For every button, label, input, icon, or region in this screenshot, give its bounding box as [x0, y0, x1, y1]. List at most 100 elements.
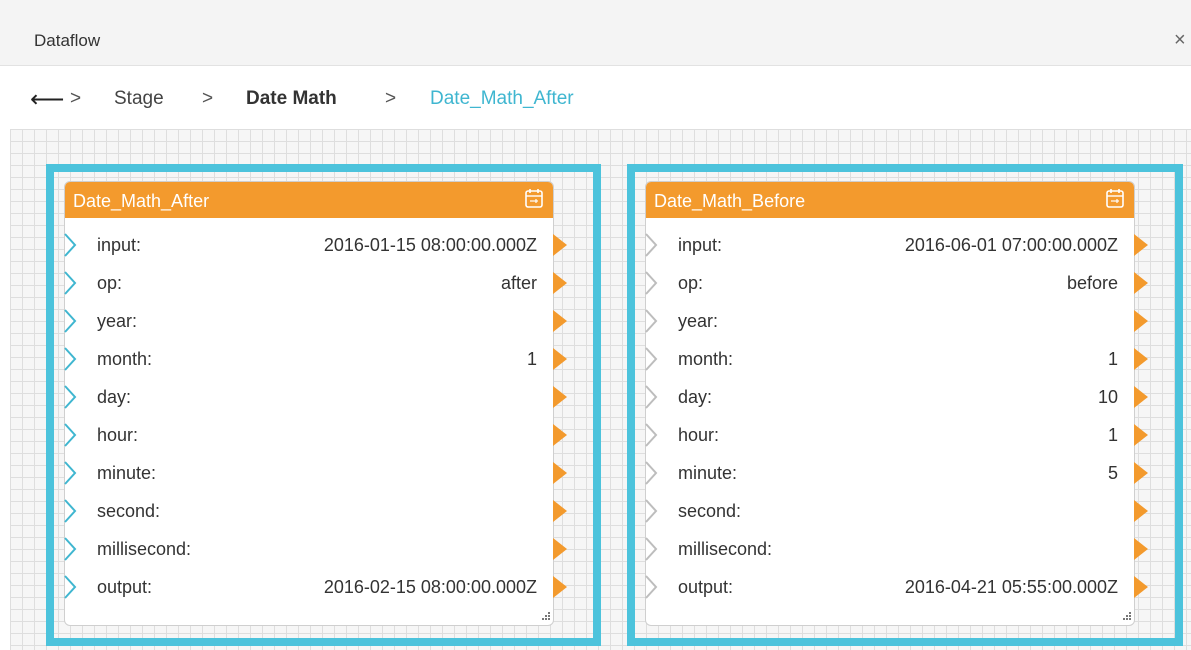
output-port-icon[interactable] — [553, 348, 567, 370]
node-field-row[interactable]: month: 1 — [63, 340, 567, 378]
field-value[interactable]: 2016-04-21 05:55:00.000Z — [905, 577, 1118, 598]
node-field-row[interactable]: millisecond: — [644, 530, 1148, 568]
output-port-icon[interactable] — [1134, 272, 1148, 294]
output-port-icon[interactable] — [1134, 310, 1148, 332]
breadcrumb: ⟵ > Stage > Date Math > Date_Math_After — [0, 67, 1191, 129]
node-field-row[interactable]: input: 2016-01-15 08:00:00.000Z — [63, 226, 567, 264]
breadcrumb-item-date-math[interactable]: Date Math — [246, 88, 337, 110]
field-label: day: — [97, 387, 132, 407]
node-date-math-after[interactable]: Date_Math_After input: 2016-01-15 08:00:0… — [63, 181, 567, 626]
breadcrumb-separator: > — [202, 88, 214, 109]
output-port-icon[interactable] — [553, 576, 567, 598]
field-value[interactable]: 2016-01-15 08:00:00.000Z — [324, 235, 537, 256]
node-field-row[interactable]: second: — [644, 492, 1148, 530]
input-port-icon[interactable] — [644, 536, 658, 562]
node-field-row[interactable]: millisecond: — [63, 530, 567, 568]
output-port-icon[interactable] — [1134, 348, 1148, 370]
window-title: Dataflow — [34, 31, 101, 50]
node-date-math-before[interactable]: Date_Math_Before input: 2016-06-01 07:00:… — [644, 181, 1148, 626]
field-label: input: — [97, 235, 142, 255]
field-label: hour: — [97, 425, 139, 445]
node-field-row[interactable]: minute: 5 — [644, 454, 1148, 492]
input-port-icon[interactable] — [63, 308, 77, 334]
input-port-icon[interactable] — [63, 498, 77, 524]
node-header[interactable]: Date_Math_Before — [646, 182, 1134, 218]
node-field-row[interactable]: year: — [63, 302, 567, 340]
field-value[interactable]: 10 — [1098, 387, 1118, 408]
calendar-icon — [1106, 189, 1124, 208]
resize-grip-icon[interactable] — [540, 612, 550, 622]
input-port-icon[interactable] — [63, 460, 77, 486]
input-port-icon[interactable] — [63, 536, 77, 562]
field-value[interactable]: after — [501, 273, 537, 294]
field-label: month: — [97, 349, 153, 369]
node-field-row[interactable]: op: before — [644, 264, 1148, 302]
output-port-icon[interactable] — [553, 310, 567, 332]
field-value[interactable]: 1 — [1108, 425, 1118, 446]
field-value[interactable]: 1 — [1108, 349, 1118, 370]
output-port-icon[interactable] — [553, 500, 567, 522]
input-port-icon[interactable] — [644, 232, 658, 258]
field-label: op: — [97, 273, 123, 293]
output-port-icon[interactable] — [1134, 576, 1148, 598]
node-field-row[interactable]: hour: 1 — [644, 416, 1148, 454]
output-port-icon[interactable] — [1134, 538, 1148, 560]
dataflow-canvas[interactable]: Date_Math_After input: 2016-01-15 08:00:0… — [10, 129, 1191, 650]
node-field-row[interactable]: year: — [644, 302, 1148, 340]
field-value[interactable]: before — [1067, 273, 1118, 294]
input-port-icon[interactable] — [644, 498, 658, 524]
output-port-icon[interactable] — [553, 272, 567, 294]
output-port-icon[interactable] — [553, 424, 567, 446]
node-field-row[interactable]: day: 10 — [644, 378, 1148, 416]
field-label: second: — [678, 501, 742, 521]
breadcrumb-item-current: Date_Math_After — [430, 88, 574, 109]
node-field-row[interactable]: input: 2016-06-01 07:00:00.000Z — [644, 226, 1148, 264]
breadcrumb-separator: > — [385, 88, 397, 109]
input-port-icon[interactable] — [63, 422, 77, 448]
node-field-row[interactable]: op: after — [63, 264, 567, 302]
node-field-row[interactable]: output: 2016-04-21 05:55:00.000Z — [644, 568, 1148, 606]
field-value[interactable]: 5 — [1108, 463, 1118, 484]
node-field-row[interactable]: hour: — [63, 416, 567, 454]
field-value[interactable]: 2016-06-01 07:00:00.000Z — [905, 235, 1118, 256]
field-label: minute: — [678, 463, 738, 483]
input-port-icon[interactable] — [644, 308, 658, 334]
output-port-icon[interactable] — [1134, 500, 1148, 522]
field-value[interactable]: 2016-02-15 08:00:00.000Z — [324, 577, 537, 598]
output-port-icon[interactable] — [553, 538, 567, 560]
input-port-icon[interactable] — [63, 574, 77, 600]
node-field-row[interactable]: day: — [63, 378, 567, 416]
input-port-icon[interactable] — [644, 460, 658, 486]
input-port-icon[interactable] — [63, 270, 77, 296]
field-label: input: — [678, 235, 723, 255]
field-label: month: — [678, 349, 734, 369]
node-field-row[interactable]: month: 1 — [644, 340, 1148, 378]
output-port-icon[interactable] — [1134, 386, 1148, 408]
node-field-row[interactable]: minute: — [63, 454, 567, 492]
node-field-row[interactable]: output: 2016-02-15 08:00:00.000Z — [63, 568, 567, 606]
field-label: millisecond: — [678, 539, 773, 559]
input-port-icon[interactable] — [63, 346, 77, 372]
field-value[interactable]: 1 — [527, 349, 537, 370]
input-port-icon[interactable] — [644, 384, 658, 410]
input-port-icon[interactable] — [644, 346, 658, 372]
output-port-icon[interactable] — [1134, 424, 1148, 446]
close-icon[interactable]: × — [1174, 30, 1186, 50]
output-port-icon[interactable] — [553, 386, 567, 408]
input-port-icon[interactable] — [644, 574, 658, 600]
output-port-icon[interactable] — [1134, 462, 1148, 484]
breadcrumb-item-stage[interactable]: Stage — [114, 88, 164, 110]
title-bar: Dataflow × — [0, 0, 1191, 66]
input-port-icon[interactable] — [63, 232, 77, 258]
input-port-icon[interactable] — [644, 422, 658, 448]
field-label: hour: — [678, 425, 720, 445]
back-arrow-icon[interactable]: ⟵ — [30, 85, 64, 114]
node-field-row[interactable]: second: — [63, 492, 567, 530]
input-port-icon[interactable] — [644, 270, 658, 296]
resize-grip-icon[interactable] — [1121, 612, 1131, 622]
node-header[interactable]: Date_Math_After — [65, 182, 553, 218]
output-port-icon[interactable] — [553, 462, 567, 484]
output-port-icon[interactable] — [553, 234, 567, 256]
output-port-icon[interactable] — [1134, 234, 1148, 256]
input-port-icon[interactable] — [63, 384, 77, 410]
